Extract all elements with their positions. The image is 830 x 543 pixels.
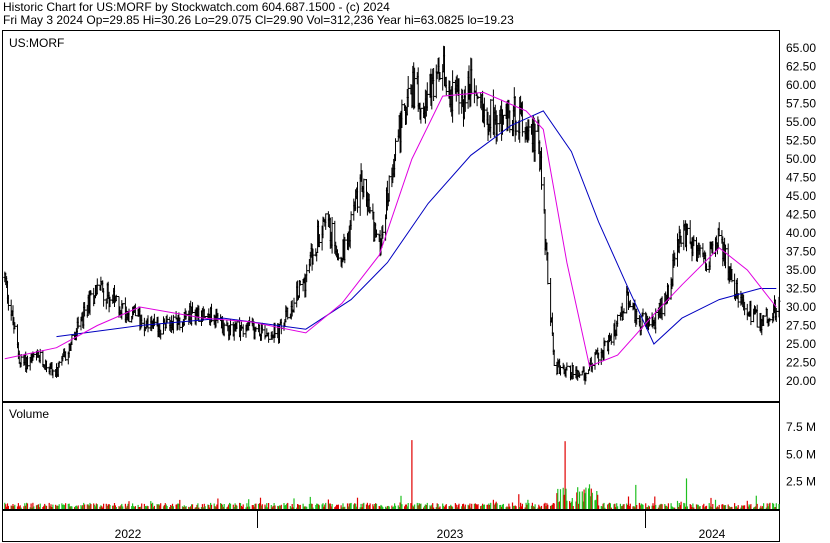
price-tick-label: 20.00	[786, 374, 816, 388]
price-tick-label: 57.50	[786, 97, 816, 111]
volume-bars	[4, 440, 780, 509]
date-axis: 2022 2023 2024	[115, 527, 726, 541]
price-tick-label: 45.00	[786, 189, 816, 203]
price-tick-label: 32.50	[786, 282, 816, 296]
price-tick-label: 22.50	[786, 356, 816, 370]
volume-tick-label: 5.0 M	[786, 447, 816, 461]
price-tick-label: 40.00	[786, 226, 816, 240]
price-axis: 65.00 62.50 60.00 57.50 55.00 52.50 50.00 47.50…	[786, 41, 816, 388]
moving-average-long-line	[56, 110, 777, 345]
price-volume-chart: US:MORF Volume 65.00 62.50 60.00 57.50 55.00…	[2, 30, 816, 542]
price-tick-label: 55.00	[786, 115, 816, 129]
price-tick-label: 35.00	[786, 263, 816, 277]
price-tick-label: 27.50	[786, 319, 816, 333]
price-panel-frame	[2, 30, 780, 402]
price-tick-label: 25.00	[786, 337, 816, 351]
price-tick-label: 47.50	[786, 171, 816, 185]
price-tick-label: 52.50	[786, 134, 816, 148]
price-tick-label: 37.50	[786, 245, 816, 259]
volume-panel-label: Volume	[9, 407, 49, 421]
volume-tick-label: 2.5 M	[786, 475, 816, 489]
price-tick-label: 65.00	[786, 41, 816, 55]
price-tick-label: 50.00	[786, 152, 816, 166]
moving-average-short-line	[4, 91, 777, 367]
price-tick-label: 62.50	[786, 60, 816, 74]
symbol-label: US:MORF	[9, 36, 64, 50]
volume-tick-label: 7.5 M	[786, 420, 816, 434]
volume-axis: 7.5 M 5.0 M 2.5 M	[786, 420, 816, 489]
year-label-2022: 2022	[115, 527, 142, 541]
price-tick-label: 60.00	[786, 78, 816, 92]
price-tick-label: 30.00	[786, 300, 816, 314]
volume-panel-frame	[2, 402, 780, 510]
price-bars	[3, 45, 781, 385]
year-label-2024: 2024	[699, 527, 726, 541]
year-label-2023: 2023	[437, 527, 464, 541]
price-tick-label: 42.50	[786, 208, 816, 222]
